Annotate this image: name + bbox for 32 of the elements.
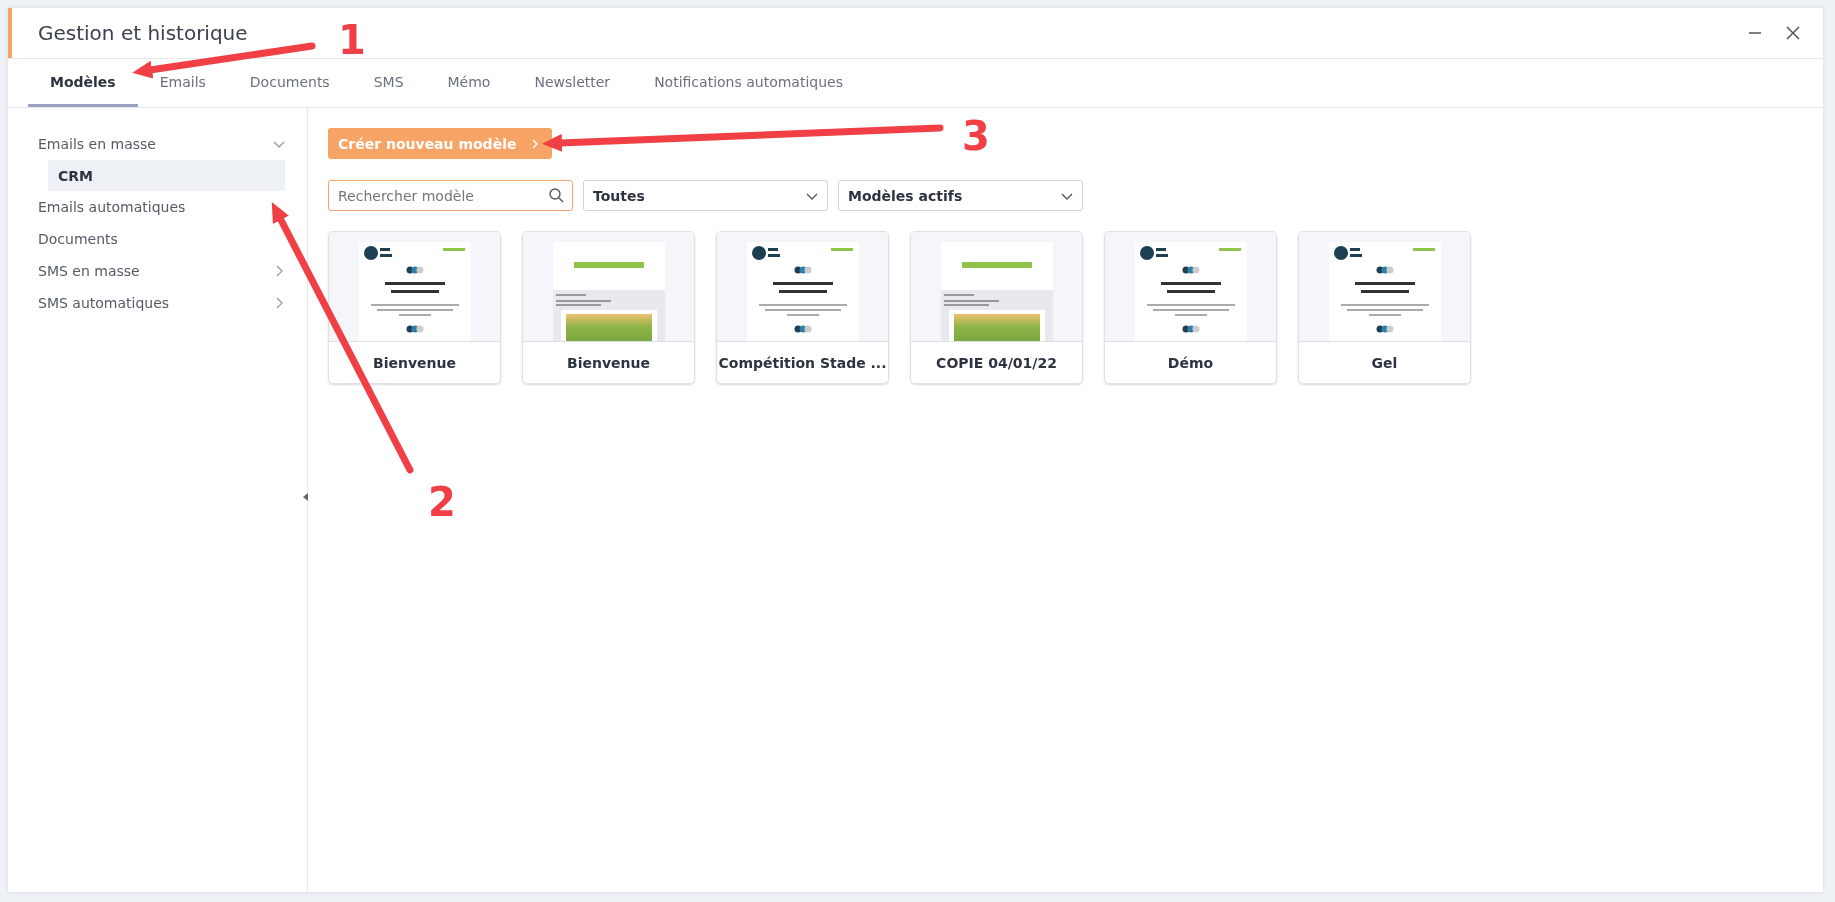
template-name: COPIE 04/01/22 bbox=[935, 353, 1058, 373]
tab[interactable]: Modèles bbox=[28, 59, 138, 107]
category-dropdown[interactable]: Toutes bbox=[583, 180, 828, 211]
sidebar-item[interactable]: Emails automatiques bbox=[38, 191, 285, 223]
sidebar-item[interactable]: Documents bbox=[38, 223, 285, 255]
search-field[interactable]: Rechercher modèle bbox=[328, 180, 573, 211]
template-name: Bienvenue bbox=[372, 353, 457, 373]
sidebar-item[interactable]: SMS automatiques bbox=[38, 287, 285, 319]
sidebar-item[interactable]: Emails en masse bbox=[38, 128, 285, 160]
status-dropdown[interactable]: Modèles actifs bbox=[838, 180, 1083, 211]
template-name: Bienvenue bbox=[566, 353, 651, 373]
sidebar-item[interactable]: SMS en masse bbox=[38, 255, 285, 287]
annotation-number: 2 bbox=[428, 479, 456, 525]
search-icon bbox=[548, 187, 564, 203]
template-card[interactable]: Démo bbox=[1104, 231, 1277, 384]
window-title: Gestion et historique bbox=[38, 21, 248, 45]
close-icon[interactable] bbox=[1785, 25, 1801, 41]
template-card[interactable]: Bienvenue bbox=[328, 231, 501, 384]
template-card[interactable]: Compétition Stade ... bbox=[716, 231, 889, 384]
collapse-handle-icon[interactable] bbox=[303, 493, 308, 501]
tab[interactable]: Emails bbox=[137, 59, 228, 107]
sidebar-subitem[interactable]: CRM bbox=[48, 160, 285, 191]
template-name: Compétition Stade ... bbox=[717, 353, 888, 373]
template-card[interactable]: Gel bbox=[1298, 231, 1471, 384]
tab[interactable]: Notifications automatiques bbox=[632, 59, 865, 107]
template-card[interactable]: COPIE 04/01/22 bbox=[910, 231, 1083, 384]
tab[interactable]: Mémo bbox=[425, 59, 513, 107]
template-name: Démo bbox=[1166, 353, 1215, 373]
tab[interactable]: Newsletter bbox=[512, 59, 633, 107]
annotation-number: 3 bbox=[962, 113, 990, 159]
template-card[interactable]: Bienvenue bbox=[522, 231, 695, 384]
template-name: Gel bbox=[1370, 353, 1399, 373]
